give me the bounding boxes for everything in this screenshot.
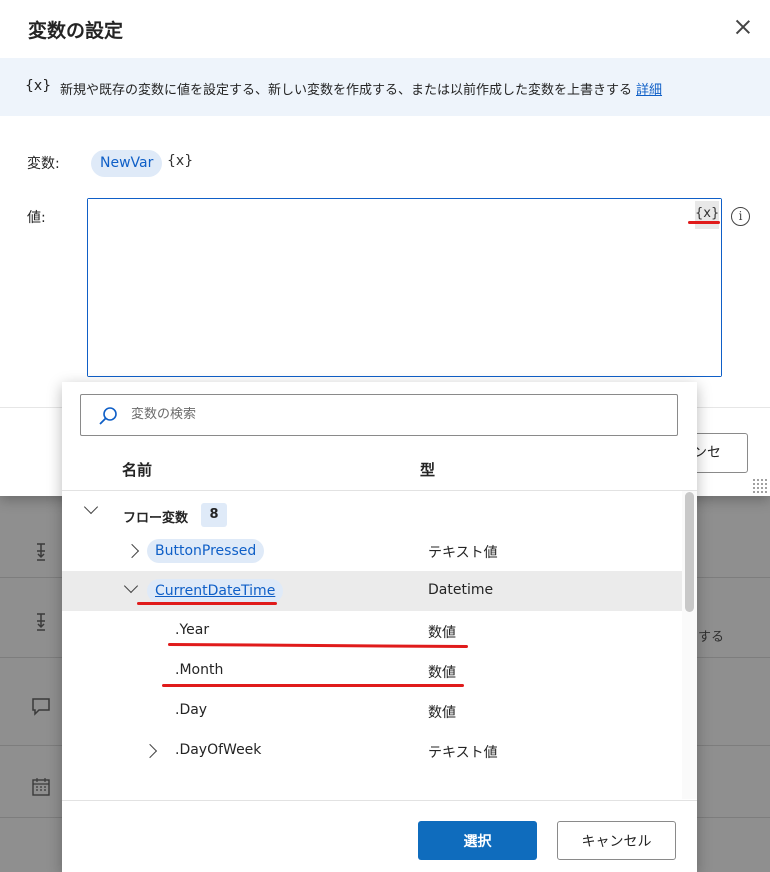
select-button[interactable]: 選択 <box>418 821 537 860</box>
count-badge: 8 <box>201 503 227 527</box>
calendar-action-icon <box>30 776 52 798</box>
chevron-down-icon[interactable] <box>123 578 139 594</box>
property-type: 数値 <box>428 665 456 681</box>
column-header-name: 名前 <box>122 461 153 479</box>
property-name[interactable]: .Day <box>175 702 207 718</box>
annotation-underline <box>137 602 277 605</box>
property-row[interactable]: .Day 数値 <box>62 691 682 731</box>
background-action-text: する <box>698 630 725 645</box>
group-label: フロー変数 <box>123 511 189 526</box>
info-bar: {x} 新規や既存の変数に値を設定する、新しい変数を作成する、または以前作成した… <box>0 58 770 116</box>
chevron-right-icon[interactable] <box>142 743 158 759</box>
variable-chip-currentdatetime[interactable]: CurrentDateTime <box>147 579 284 603</box>
property-name[interactable]: .Month <box>175 662 223 678</box>
annotation-underline <box>162 684 464 687</box>
variable-row-selected[interactable]: CurrentDateTime Datetime <box>62 571 682 611</box>
chevron-down-icon[interactable] <box>83 499 99 515</box>
group-row-flow-variables[interactable]: フロー変数 8 <box>62 491 682 531</box>
info-text: 新規や既存の変数に値を設定する、新しい変数を作成する、または以前作成した変数を上… <box>60 79 662 98</box>
search-icon <box>99 407 117 425</box>
property-type: 数値 <box>428 625 456 641</box>
property-type: テキスト値 <box>428 745 498 761</box>
variable-name-chip[interactable]: NewVar <box>91 150 163 177</box>
learn-more-link[interactable]: 詳細 <box>636 83 662 98</box>
column-header-type: 型 <box>420 461 436 479</box>
info-icon[interactable]: i <box>731 207 750 226</box>
set-variable-action-icon <box>30 541 52 563</box>
variable-marker-icon: {x} <box>167 153 194 169</box>
variable-icon: {x} <box>25 78 52 94</box>
picker-footer-divider <box>62 800 697 801</box>
variable-chip-buttonpressed[interactable]: ButtonPressed <box>147 539 265 563</box>
scrollbar-thumb[interactable] <box>685 492 694 612</box>
close-icon[interactable] <box>730 14 756 40</box>
variable-type: テキスト値 <box>428 545 498 561</box>
property-row[interactable]: .DayOfWeek テキスト値 <box>62 731 682 771</box>
chevron-right-icon[interactable] <box>124 543 140 559</box>
variable-picker: 名前 型 フロー変数 8 ButtonPressed テキスト値 Current… <box>62 382 697 872</box>
info-description: 新規や既存の変数に値を設定する、新しい変数を作成する、または以前作成した変数を上… <box>60 83 633 98</box>
variable-row[interactable]: ButtonPressed テキスト値 <box>62 531 682 571</box>
property-type: 数値 <box>428 705 456 721</box>
variable-label: 変数: <box>27 156 60 172</box>
property-name[interactable]: .Year <box>175 622 209 638</box>
annotation-underline <box>688 221 720 224</box>
variable-type: Datetime <box>428 582 494 598</box>
value-textarea[interactable] <box>88 199 721 376</box>
message-action-icon <box>30 695 52 717</box>
cancel-button[interactable]: キャンセル <box>557 821 676 860</box>
search-box[interactable] <box>80 394 678 436</box>
set-variable-action-icon <box>30 611 52 633</box>
value-label: 値: <box>27 210 46 226</box>
property-name[interactable]: .DayOfWeek <box>175 742 261 758</box>
search-input[interactable] <box>131 407 651 422</box>
value-field[interactable] <box>87 198 722 377</box>
resize-grip-icon[interactable] <box>752 478 768 494</box>
insert-variable-button[interactable]: {x} <box>695 201 719 229</box>
dialog-title: 変数の設定 <box>28 20 124 42</box>
